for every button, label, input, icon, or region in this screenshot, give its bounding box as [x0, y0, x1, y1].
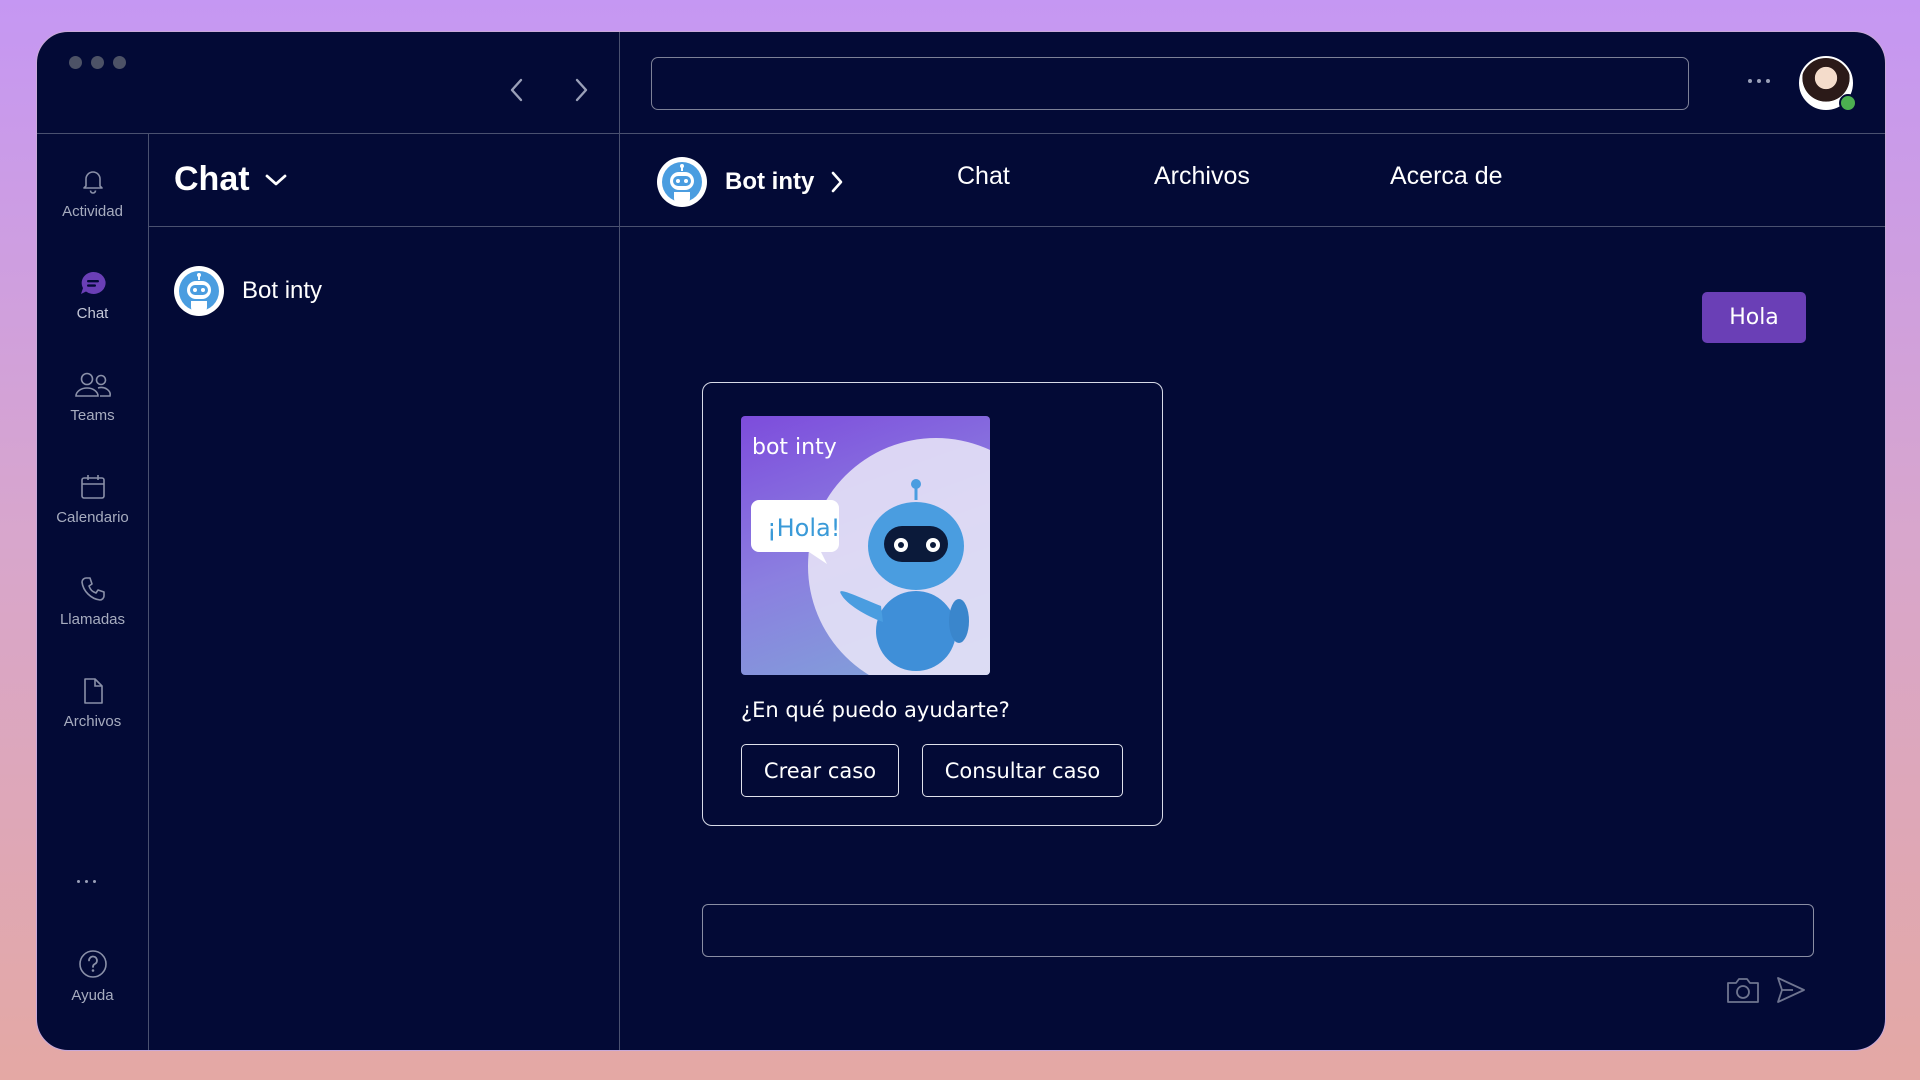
- teams-icon: [74, 372, 111, 397]
- bot-illustration: bot inty ¡Hola!: [751, 435, 990, 675]
- rail-divider: [148, 133, 149, 1050]
- search-input[interactable]: [651, 57, 1689, 110]
- rail-more-button[interactable]: [77, 880, 96, 883]
- dot: [1748, 79, 1752, 83]
- tab-archivos[interactable]: Archivos: [1154, 162, 1250, 191]
- brand-logo-text: bot inty: [752, 435, 837, 460]
- chevron-right-icon: [832, 171, 843, 193]
- crear-caso-button[interactable]: Crear caso: [741, 744, 899, 797]
- chevron-right-icon: [575, 78, 588, 102]
- consultar-caso-button[interactable]: Consultar caso: [922, 744, 1123, 797]
- chevron-left-icon: [510, 78, 523, 102]
- rail-label: Archivos: [63, 713, 122, 730]
- calendar-icon: [80, 475, 105, 499]
- chat-list-header[interactable]: Chat: [174, 160, 288, 199]
- rail-label: Actividad: [62, 203, 123, 220]
- hola-bubble-text: ¡Hola!: [767, 514, 840, 542]
- camera-icon: [1727, 978, 1759, 1003]
- chat-list-item-name: Bot inty: [242, 277, 323, 304]
- rail-item-ayuda[interactable]: Ayuda: [37, 949, 148, 1004]
- page-title: Chat: [174, 160, 250, 198]
- app-window: Actividad Chat Teams Calendario Llamadas…: [36, 31, 1886, 1051]
- chat-list-item[interactable]: Bot inty: [174, 266, 322, 316]
- robot-icon: [179, 271, 219, 313]
- message-input[interactable]: [702, 904, 1814, 957]
- rail-label: Llamadas: [59, 611, 126, 628]
- bot-avatar: [657, 157, 707, 207]
- presence-status-badge: [1839, 94, 1857, 112]
- pane-divider: [619, 32, 620, 1050]
- bot-avatar: [174, 266, 224, 316]
- send-button[interactable]: [1775, 975, 1807, 1010]
- chat-icon: [80, 271, 106, 294]
- window-dot[interactable]: [69, 56, 82, 69]
- rail-label: Calendario: [56, 509, 129, 526]
- header-divider: [148, 226, 1885, 227]
- rail-item-actividad[interactable]: Actividad: [37, 167, 148, 220]
- dot: [93, 880, 96, 883]
- rail-label: Ayuda: [71, 987, 114, 1004]
- rail-item-archivos[interactable]: Archivos: [37, 677, 148, 730]
- titlebar-divider: [37, 133, 1885, 134]
- dot: [1757, 79, 1761, 83]
- card-question: ¿En qué puedo ayudarte?: [741, 698, 1010, 722]
- dot: [1766, 79, 1770, 83]
- chevron-down-icon: [265, 174, 286, 185]
- window-dot[interactable]: [91, 56, 104, 69]
- help-icon: [78, 950, 107, 978]
- forward-button[interactable]: [561, 70, 601, 110]
- bell-icon: [82, 171, 103, 194]
- bot-card-image: bot inty ¡Hola!: [741, 416, 990, 675]
- conversation-title: Bot inty: [725, 168, 815, 195]
- conversation-header[interactable]: Bot inty: [657, 155, 846, 209]
- back-button[interactable]: [497, 70, 537, 110]
- send-icon: [1777, 977, 1805, 1003]
- rail-item-teams[interactable]: Teams: [37, 371, 148, 424]
- rail-item-chat[interactable]: Chat: [37, 269, 148, 322]
- dot: [85, 880, 88, 883]
- rail-label: Teams: [70, 407, 115, 424]
- camera-button[interactable]: [1725, 975, 1761, 1010]
- rail-item-calendario[interactable]: Calendario: [37, 473, 148, 526]
- window-controls[interactable]: [69, 56, 126, 69]
- dot: [77, 880, 80, 883]
- file-icon: [83, 678, 103, 704]
- bot-adaptive-card: bot inty ¡Hola! ¿En qué puedo ayudarte? …: [702, 382, 1163, 826]
- phone-icon: [80, 577, 105, 601]
- tab-chat[interactable]: Chat: [957, 162, 1010, 191]
- tab-acerca-de[interactable]: Acerca de: [1390, 162, 1503, 191]
- robot-icon: [662, 162, 702, 204]
- window-dot[interactable]: [113, 56, 126, 69]
- rail-item-llamadas[interactable]: Llamadas: [37, 575, 148, 628]
- rail-label: Chat: [76, 305, 109, 322]
- outgoing-message: Hola: [1702, 292, 1806, 343]
- more-options-button[interactable]: [1737, 66, 1781, 96]
